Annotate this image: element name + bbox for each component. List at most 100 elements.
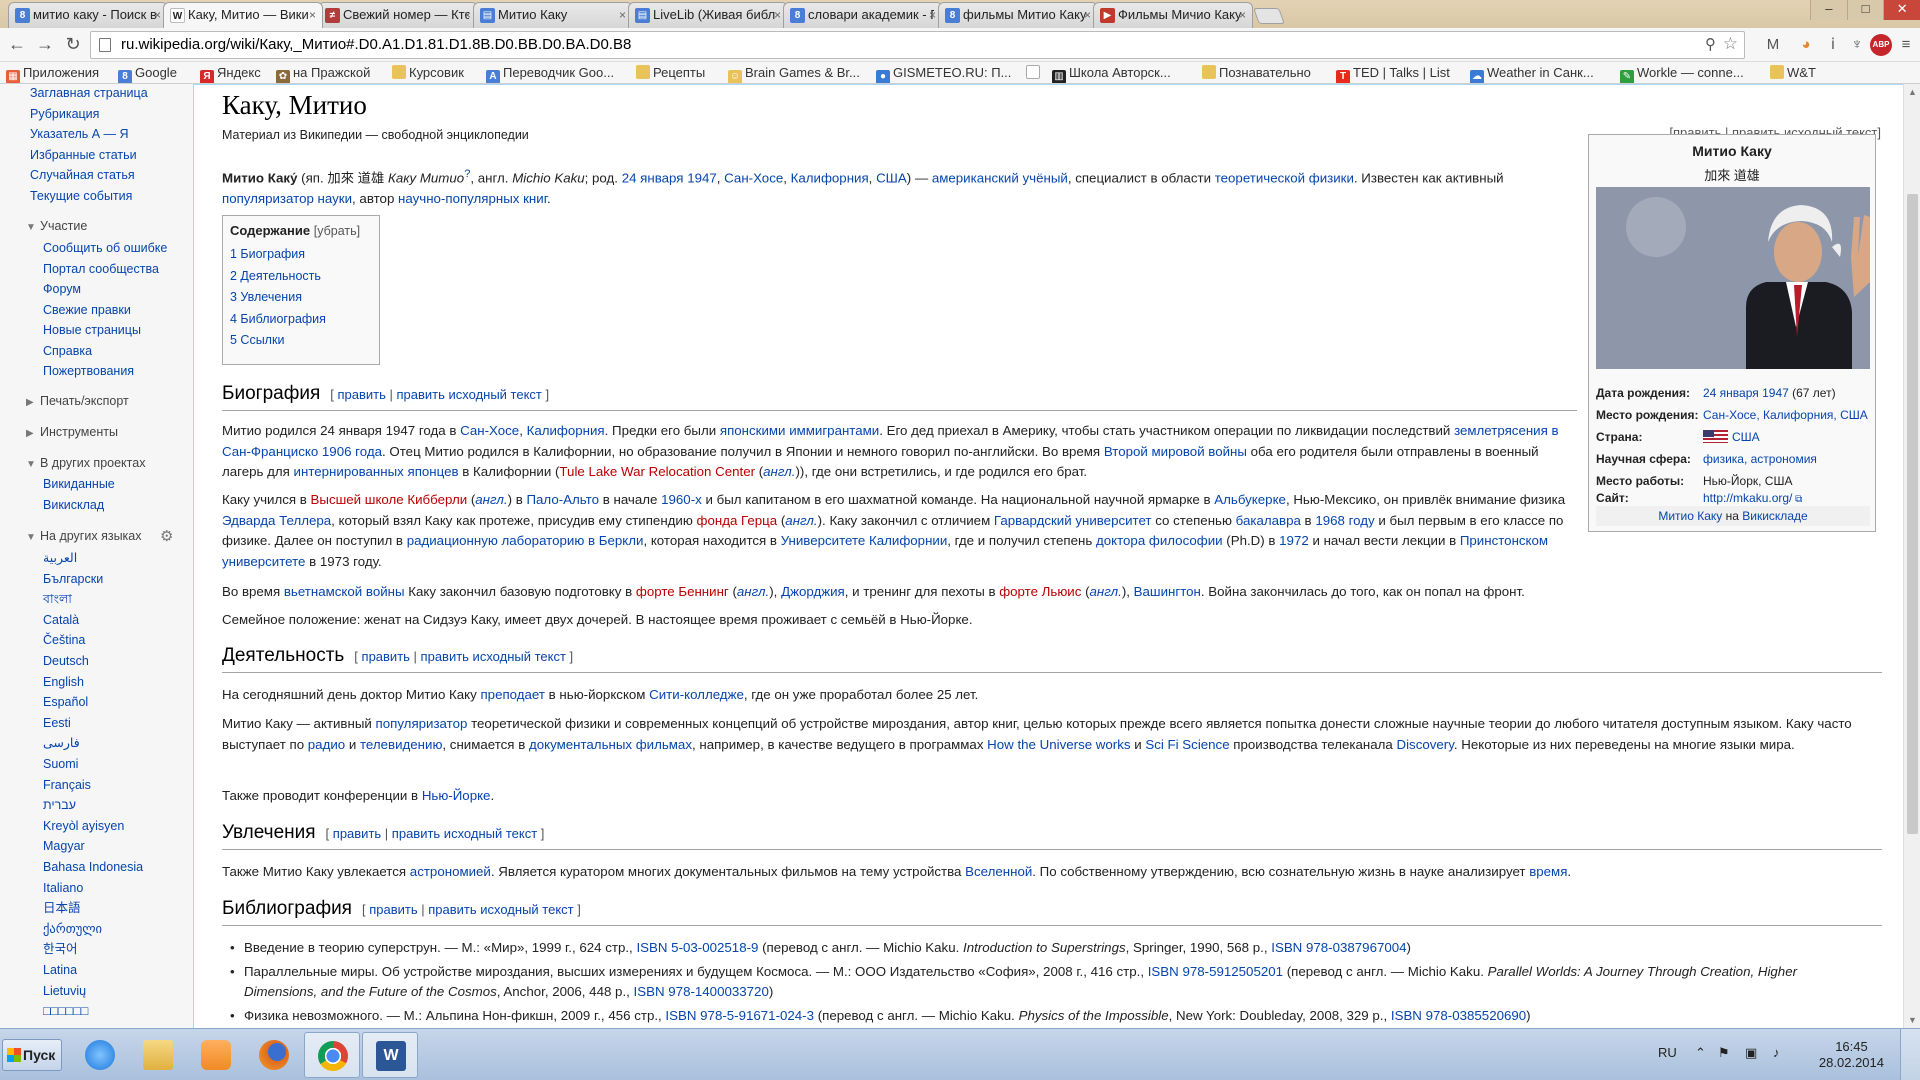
bookmark-translator[interactable]: A Переводчик Goo... xyxy=(486,62,614,83)
taskbar-chrome[interactable] xyxy=(304,1032,360,1078)
scrollbar-thumb[interactable] xyxy=(1907,194,1918,834)
tray-expand-icon[interactable]: ⌃ xyxy=(1695,1045,1706,1061)
new-tab-button[interactable] xyxy=(1253,8,1285,24)
sidebar-item-report-error[interactable]: Сообщить об ошибке xyxy=(43,240,167,256)
volume-icon[interactable]: ♪ xyxy=(1773,1045,1780,1060)
bookmark-star-icon[interactable]: ☆ xyxy=(1723,34,1738,54)
bookmark-workle[interactable]: ✎ Workle — conne... xyxy=(1620,62,1744,83)
sidebar-language-link[interactable]: العربية xyxy=(43,550,77,566)
close-icon[interactable]: × xyxy=(1084,3,1091,27)
sidebar-language-link[interactable]: Français xyxy=(43,777,91,793)
sidebar-item-index[interactable]: Указатель А — Я xyxy=(30,126,129,142)
network-icon[interactable]: ▣ xyxy=(1745,1045,1757,1061)
close-icon[interactable]: × xyxy=(1239,3,1246,27)
address-bar[interactable]: ru.wikipedia.org/wiki/Каку,_Митио#.D0.A1… xyxy=(90,31,1745,59)
toc-toggle[interactable]: [убрать] xyxy=(314,224,360,238)
sidebar-language-link[interactable]: Català xyxy=(43,612,79,628)
sidebar-language-link[interactable]: فارسی xyxy=(43,735,80,751)
sidebar-item-community-portal[interactable]: Портал сообщества xyxy=(43,261,159,277)
taskbar-firefox[interactable] xyxy=(246,1032,302,1078)
minimize-icon[interactable]: – xyxy=(1810,0,1847,20)
toc-item-hobbies[interactable]: 3 Увлечения xyxy=(230,287,372,309)
bookmark-brain-games[interactable]: ☺ Brain Games & Br... xyxy=(728,62,860,83)
system-clock[interactable]: 16:45 28.02.2014 xyxy=(1819,1039,1884,1071)
menu-icon[interactable]: ≡ xyxy=(1895,34,1917,56)
sidebar-language-link[interactable]: Deutsch xyxy=(43,653,89,669)
sidebar-language-link[interactable]: Suomi xyxy=(43,756,78,772)
adblock-icon[interactable]: ABP xyxy=(1870,34,1892,56)
sidebar-item-new-pages[interactable]: Новые страницы xyxy=(43,322,141,338)
bookmark-wt[interactable]: W&T xyxy=(1770,62,1816,83)
sidebar-language-link[interactable]: 한국어 xyxy=(43,941,78,957)
scroll-down-icon[interactable]: ▼ xyxy=(1908,1015,1917,1025)
toc-item-links[interactable]: 5 Ссылки xyxy=(230,330,372,352)
sidebar-language-link[interactable]: Español xyxy=(43,694,88,710)
section-edit-links[interactable]: [ править | править исходный текст ] xyxy=(362,902,581,917)
bookmark-school[interactable]: ▥ Школа Авторск... xyxy=(1052,62,1171,83)
url-text[interactable]: ru.wikipedia.org/wiki/Каку,_Митио#.D0.A1… xyxy=(121,32,631,58)
sidebar-item-donations[interactable]: Пожертвования xyxy=(43,363,134,379)
tab-2[interactable]: ≠ Свежий номер — Кто × xyxy=(318,2,478,28)
gear-icon[interactable]: ⚙ xyxy=(160,527,173,545)
tab-0[interactable]: 8 митио каку - Поиск в × xyxy=(8,2,168,28)
language-indicator[interactable]: RU xyxy=(1658,1045,1677,1060)
bookmark-apps[interactable]: ▦ Приложения xyxy=(6,62,99,83)
sidebar-language-link[interactable]: Eesti xyxy=(43,715,71,731)
close-icon[interactable]: × xyxy=(619,3,626,27)
tab-1[interactable]: W Каку, Митио — Вики × xyxy=(163,2,323,28)
action-center-flag-icon[interactable]: ⚑ xyxy=(1718,1045,1730,1061)
sidebar-item-featured[interactable]: Избранные статьи xyxy=(30,147,137,163)
sidebar-language-link[interactable]: Български xyxy=(43,571,103,587)
toc-item-biography[interactable]: 1 Биография xyxy=(230,244,372,266)
sidebar-item-random[interactable]: Случайная статья xyxy=(30,167,135,183)
reload-button[interactable]: ↻ xyxy=(62,34,84,56)
bookmark-gismeteo[interactable]: ● GISMETEO.RU: П... xyxy=(876,62,1011,83)
close-window-icon[interactable]: ✕ xyxy=(1883,0,1920,20)
sidebar-section-tools[interactable]: ▶ Инструменты xyxy=(26,424,118,442)
forward-button[interactable]: → xyxy=(34,34,56,56)
bookmark-prazhskoy[interactable]: ✿ на Пражской xyxy=(276,62,370,83)
sidebar-language-link[interactable]: Lietuvių xyxy=(43,983,86,999)
close-icon[interactable]: × xyxy=(929,3,936,27)
tab-6[interactable]: 8 фильмы Митио Каку × xyxy=(938,2,1098,28)
bookmark-blank[interactable] xyxy=(1026,62,1043,83)
tab-7[interactable]: ▶ Фильмы Мичио Каку × xyxy=(1093,2,1253,28)
bookmark-kursovik[interactable]: Курсовик xyxy=(392,62,464,83)
sidebar-item-categories[interactable]: Рубрикация xyxy=(30,106,99,122)
sidebar-section-participation[interactable]: ▼ Участие xyxy=(26,218,87,236)
sidebar-section-print[interactable]: ▶ Печать/экспорт xyxy=(26,393,129,411)
chrome-extension-icon[interactable]: ◕ xyxy=(1795,34,1817,56)
sidebar-language-link[interactable]: Italiano xyxy=(43,880,83,896)
sidebar-language-link[interactable]: Latina xyxy=(43,962,77,978)
section-edit-links[interactable]: [ править | править исходный текст ] xyxy=(326,826,545,841)
bookmark-weather[interactable]: ☁ Weather in Санк... xyxy=(1470,62,1594,83)
sidebar-language-link[interactable]: Kreyòl ayisyen xyxy=(43,818,124,834)
toc-item-activity[interactable]: 2 Деятельность xyxy=(230,266,372,288)
sidebar-language-link[interactable]: Čeština xyxy=(43,632,85,648)
section-edit-links[interactable]: [ править | править исходный текст ] xyxy=(330,387,549,402)
sidebar-item-wikidata[interactable]: Викиданные xyxy=(43,476,115,492)
taskbar-media-player[interactable] xyxy=(188,1032,244,1078)
gmail-extension-icon[interactable]: M xyxy=(1762,34,1784,56)
sidebar-language-link[interactable]: 日本語 xyxy=(43,900,81,916)
sidebar-language-link[interactable]: □□□□□□ xyxy=(43,1003,88,1019)
bookmark-google[interactable]: 8 Google xyxy=(118,62,177,83)
tab-5[interactable]: 8 словари академик - Г × xyxy=(783,2,943,28)
bookmark-poznavatelno[interactable]: Познавательно xyxy=(1202,62,1311,83)
zoom-icon[interactable]: ⚲ xyxy=(1705,35,1716,53)
vertical-scrollbar[interactable]: ▲ ▼ xyxy=(1903,84,1920,1028)
back-button[interactable]: ← xyxy=(6,34,28,56)
sidebar-section-languages[interactable]: ▼ На других языках xyxy=(26,528,142,546)
sidebar-section-projects[interactable]: ▼ В других проектах xyxy=(26,455,145,473)
trident-extension-icon[interactable]: ♆ xyxy=(1846,34,1868,56)
taskbar-ie[interactable] xyxy=(72,1032,128,1078)
sidebar-item-forum[interactable]: Форум xyxy=(43,281,81,297)
bookmark-yandex[interactable]: Я Яндекс xyxy=(200,62,261,83)
scroll-up-icon[interactable]: ▲ xyxy=(1908,87,1917,97)
show-desktop-button[interactable] xyxy=(1900,1029,1920,1080)
maximize-icon[interactable]: □ xyxy=(1846,0,1884,20)
taskbar-word[interactable]: W xyxy=(362,1032,418,1078)
bookmark-ted[interactable]: T TED | Talks | List xyxy=(1336,62,1450,83)
section-edit-links[interactable]: [ править | править исходный текст ] xyxy=(354,649,573,664)
info-extension-icon[interactable]: ⅰ xyxy=(1822,34,1844,56)
